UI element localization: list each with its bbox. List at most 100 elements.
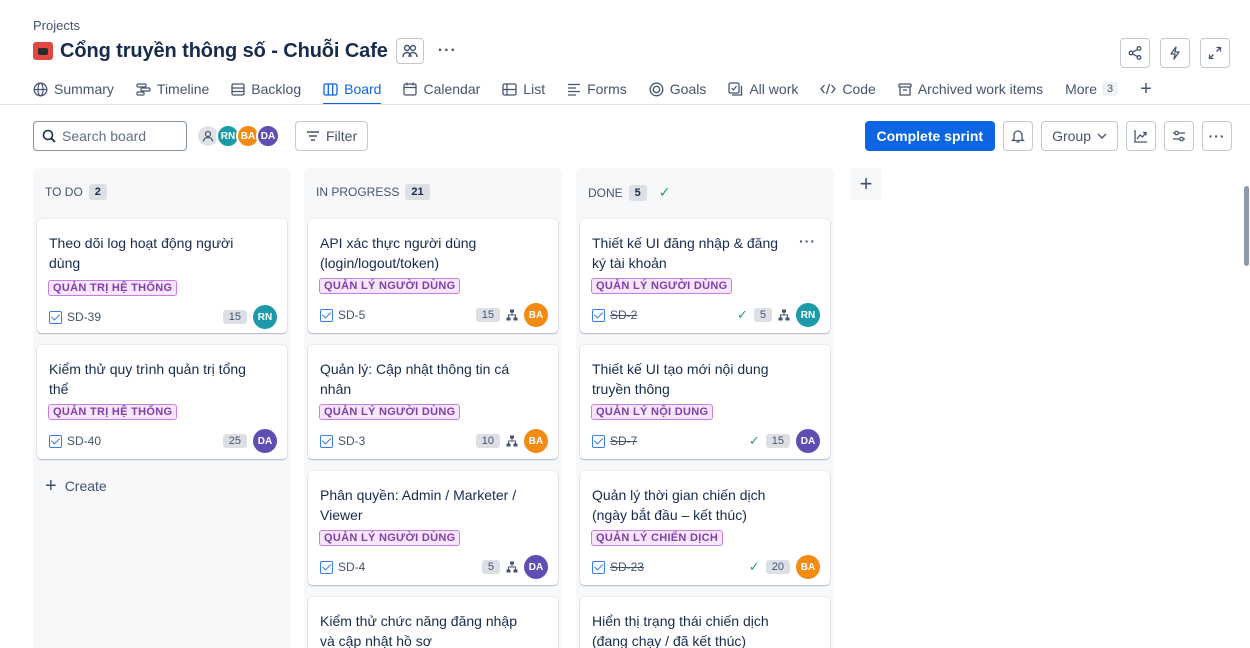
backlog-icon [231, 82, 245, 96]
board-more-button[interactable]: ··· [1202, 121, 1232, 151]
issue-card[interactable]: Theo dõi log hoạt động người dùng QUẢN T… [37, 219, 287, 333]
child-issues-icon[interactable] [506, 561, 518, 573]
story-points[interactable]: 15 [222, 310, 247, 324]
issue-key[interactable]: SD-4 [320, 560, 365, 574]
column-title: TO DO [45, 185, 83, 199]
epic-label[interactable]: QUẢN TRỊ HỆ THỐNG [48, 404, 178, 420]
issue-key[interactable]: SD-40 [49, 434, 101, 448]
story-points[interactable]: 15 [475, 308, 500, 322]
child-issues-icon[interactable] [778, 309, 790, 321]
story-points[interactable]: 20 [765, 560, 790, 574]
tab-archived[interactable]: Archived work items [898, 76, 1043, 102]
notification-button[interactable] [1003, 121, 1034, 151]
story-points[interactable]: 5 [753, 308, 772, 322]
issue-card[interactable]: API xác thực người dùng (login/logout/to… [308, 219, 558, 333]
epic-label[interactable]: QUẢN LÝ NGƯỜI DÙNG [319, 530, 461, 546]
plus-icon: + [45, 475, 57, 497]
issue-card[interactable]: Quản lý thời gian chiến dịch (ngày bắt đ… [580, 471, 830, 585]
assignee-avatar[interactable]: DA [524, 555, 548, 579]
child-issues-icon[interactable] [506, 435, 518, 447]
search-input[interactable] [62, 128, 182, 144]
issue-card[interactable]: Kiểm thử chức năng đăng nhập và cập nhật… [308, 597, 558, 648]
project-more-button[interactable]: ··· [438, 42, 457, 60]
issue-key[interactable]: SD-2 [592, 308, 637, 322]
issue-card[interactable]: Thiết kế UI tạo mới nội dung truyền thôn… [580, 345, 830, 459]
vertical-scrollbar[interactable] [1242, 168, 1250, 648]
card-more-button[interactable]: ··· [799, 233, 816, 249]
assignee-avatar[interactable]: DA [796, 429, 820, 453]
story-points[interactable]: 5 [481, 560, 500, 574]
tab-all-work[interactable]: All work [728, 76, 798, 102]
search-board[interactable] [33, 121, 187, 151]
scrollbar-thumb[interactable] [1244, 186, 1249, 266]
tab-list[interactable]: List [502, 76, 545, 102]
task-checkbox-icon [49, 434, 62, 448]
complete-sprint-button[interactable]: Complete sprint [864, 121, 996, 151]
column-header[interactable]: TO DO 2 [45, 184, 107, 200]
project-tabs: Summary Timeline Backlog Board Calendar … [33, 76, 1152, 105]
child-issues-icon[interactable] [506, 309, 518, 321]
tab-backlog[interactable]: Backlog [231, 76, 301, 102]
epic-label[interactable]: QUẢN LÝ NGƯỜI DÙNG [319, 278, 461, 294]
card-meta: ✓ 20 BA [749, 555, 820, 579]
epic-label[interactable]: QUẢN LÝ NGƯỜI DÙNG [591, 278, 733, 294]
assignee-avatar[interactable]: BA [524, 303, 548, 327]
column-title: IN PROGRESS [316, 185, 400, 199]
column-header[interactable]: IN PROGRESS 21 [316, 184, 430, 200]
tab-timeline[interactable]: Timeline [136, 76, 209, 102]
issue-key[interactable]: SD-23 [592, 560, 644, 574]
lightning-icon [1170, 46, 1180, 60]
tab-more[interactable]: More 3 [1065, 76, 1119, 102]
header-actions [1120, 38, 1230, 68]
assignee-avatar[interactable]: RN [253, 305, 277, 329]
issue-card[interactable]: Kiểm thử quy trình quản trị tổng thể QUẢ… [37, 345, 287, 459]
tab-label: Code [842, 81, 876, 97]
issue-key[interactable]: SD-5 [320, 308, 365, 322]
calendar-icon [403, 82, 418, 96]
issue-key[interactable]: SD-3 [320, 434, 365, 448]
tab-calendar[interactable]: Calendar [403, 76, 480, 102]
issue-key[interactable]: SD-39 [49, 310, 101, 324]
epic-label[interactable]: QUẢN LÝ CHIẾN DỊCH [591, 530, 724, 546]
add-tab-plus-icon[interactable]: + [1140, 79, 1152, 99]
avatar-da[interactable]: DA [256, 124, 280, 148]
assignee-avatar[interactable]: RN [796, 303, 820, 327]
tab-label: More [1065, 81, 1097, 97]
fullscreen-button[interactable] [1200, 38, 1230, 68]
share-button[interactable] [1120, 38, 1150, 68]
card-summary: Phân quyền: Admin / Marketer / Viewer [320, 487, 517, 523]
column-header[interactable]: DONE 5 ✓ [588, 184, 671, 201]
issue-key[interactable]: SD-7 [592, 434, 637, 448]
breadcrumb[interactable]: Projects [33, 18, 80, 33]
team-button[interactable] [395, 38, 424, 64]
issue-card[interactable]: Thiết kế UI đăng nhập & đăng ký tài khoả… [580, 219, 830, 333]
story-points[interactable]: 10 [475, 434, 500, 448]
task-checkbox-icon [320, 434, 333, 448]
assignee-avatar[interactable]: DA [253, 429, 277, 453]
board-tools: Complete sprint Group ··· [864, 121, 1232, 151]
epic-label[interactable]: QUẢN LÝ NGƯỜI DÙNG [319, 404, 461, 420]
automation-button[interactable] [1160, 38, 1190, 68]
filter-button[interactable]: Filter [295, 121, 369, 151]
story-points[interactable]: 25 [222, 434, 247, 448]
epic-label[interactable]: QUẢN TRỊ HỆ THỐNG [48, 280, 178, 296]
tab-forms[interactable]: Forms [567, 76, 627, 102]
tab-summary[interactable]: Summary [33, 76, 114, 102]
share-icon [1128, 46, 1142, 60]
tab-board[interactable]: Board [323, 76, 382, 105]
view-settings-button[interactable] [1164, 121, 1194, 151]
group-button[interactable]: Group [1041, 121, 1118, 151]
epic-label[interactable]: QUẢN LÝ NỘI DUNG [591, 404, 714, 420]
story-points[interactable]: 15 [765, 434, 790, 448]
tab-code[interactable]: Code [820, 76, 876, 102]
assignee-avatar[interactable]: BA [524, 429, 548, 453]
issue-card[interactable]: Phân quyền: Admin / Marketer / Viewer QU… [308, 471, 558, 585]
create-issue-button[interactable]: + Create [45, 475, 107, 497]
bell-icon [1011, 130, 1026, 143]
issue-card[interactable]: Hiển thị trạng thái chiến dịch (đang chạ… [580, 597, 830, 648]
issue-card[interactable]: Quản lý: Cập nhật thông tin cá nhân QUẢN… [308, 345, 558, 459]
insights-button[interactable] [1126, 121, 1156, 151]
add-column-button[interactable]: + [850, 168, 882, 200]
tab-goals[interactable]: Goals [649, 76, 706, 102]
assignee-avatar[interactable]: BA [796, 555, 820, 579]
